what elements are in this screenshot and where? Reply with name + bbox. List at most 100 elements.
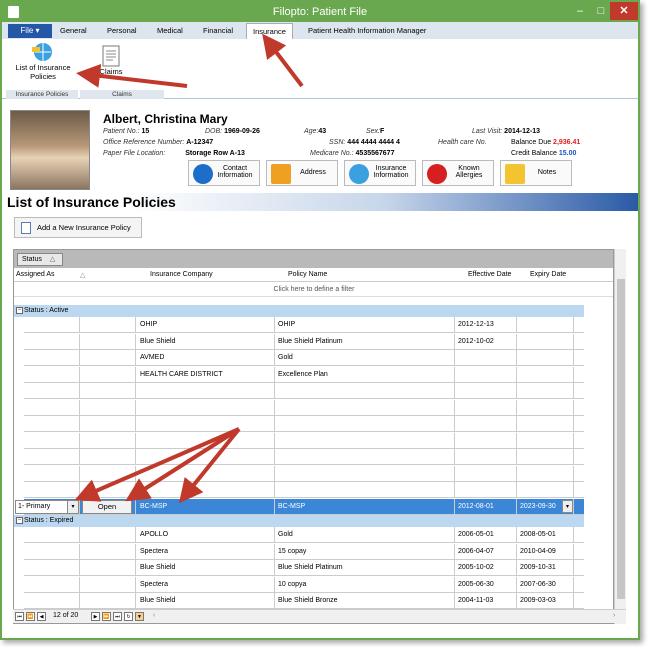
col-insurance-company[interactable]: Insurance Company — [150, 271, 213, 278]
collapse-minus-icon[interactable]: − — [16, 517, 23, 524]
scrollbar-thumb[interactable] — [617, 279, 625, 599]
insurance-globe-icon — [32, 43, 52, 61]
col-policy-name[interactable]: Policy Name — [288, 271, 327, 278]
health-card-label: Health care No. — [438, 139, 487, 146]
sort-triangle-icon: △ — [80, 272, 86, 279]
table-row[interactable]: 1- Primary ▾ Open BC-MSP BC-MSP 2012-08-01 202… — [15, 498, 584, 515]
balance-due: 2,936.41 — [553, 139, 581, 146]
group-chip-status[interactable]: Status △ — [17, 253, 63, 266]
insurance-information-button[interactable]: Insurance Information — [344, 160, 416, 186]
open-policy-button[interactable]: Open — [82, 499, 132, 514]
group-chip-label: Status — [22, 256, 42, 263]
list-insurance-policies-label: List of Insurance Policies — [15, 63, 71, 81]
column-headers: Assigned As △ Insurance Company Policy N… — [14, 268, 613, 282]
table-cell — [80, 399, 136, 416]
sex-label: Sex: — [366, 128, 381, 135]
col-assigned-as[interactable]: Assigned As — [16, 271, 55, 278]
table-row[interactable]: AVMED Gold — [24, 350, 584, 366]
medical-star-icon — [427, 164, 447, 184]
first-record-icon[interactable]: ⏮ — [15, 612, 24, 621]
table-cell: 2009-03-03 — [517, 593, 574, 609]
record-navigator: ⏮ ⏪ ◀ 12 of 20 ▶ ⏩ ⏭ ↻ ▼ ‹ › — [13, 609, 626, 623]
table-cell — [80, 576, 136, 593]
chevron-down-icon[interactable]: ▾ — [67, 500, 78, 513]
tab-phim[interactable]: Patient Health Information Manager — [308, 26, 426, 35]
table-cell — [517, 399, 574, 416]
table-row[interactable] — [24, 416, 584, 432]
table-row[interactable]: HEALTH CARE DISTRICT Excellence Plan — [24, 366, 584, 383]
table-row[interactable] — [24, 465, 584, 482]
table-cell — [80, 593, 136, 609]
table-row[interactable]: Spectera 10 copya 2005-06-30 2007-06-30 — [24, 576, 584, 593]
table-cell: Spectera — [137, 576, 275, 593]
table-row[interactable] — [24, 399, 584, 416]
table-row[interactable] — [24, 432, 584, 449]
vertical-scrollbar[interactable] — [614, 249, 626, 624]
assigned-as-select[interactable]: 1- Primary ▾ — [15, 499, 79, 514]
filter-row[interactable]: Click here to define a filter — [14, 283, 613, 297]
table-cell — [517, 383, 574, 399]
group-label-policies: Insurance Policies — [6, 90, 78, 99]
table-row[interactable]: Blue Shield Blue Shield Bronze 2004-11-03 2… — [24, 593, 584, 609]
group-row-label: Status : Active — [24, 307, 69, 314]
maximize-button[interactable]: □ — [592, 2, 610, 20]
tab-general[interactable]: General — [60, 26, 87, 35]
notes-button[interactable]: Notes — [500, 160, 572, 186]
minimize-button[interactable]: – — [570, 2, 590, 20]
table-row[interactable] — [24, 383, 584, 399]
age-label: Age: — [304, 128, 319, 135]
table-cell — [275, 399, 455, 416]
close-button[interactable]: ✕ — [610, 2, 638, 20]
scroll-left-icon[interactable]: ‹ — [153, 612, 155, 619]
claims-label: Claims — [99, 67, 123, 76]
table-cell — [137, 482, 275, 498]
scroll-right-icon[interactable]: › — [613, 612, 615, 619]
group-row-active[interactable]: − Status : Active — [14, 305, 584, 317]
tab-personal[interactable]: Personal — [107, 26, 137, 35]
table-row[interactable]: APOLLO Gold 2006-05-01 2008-05-01 — [24, 527, 584, 543]
ssn: 444 4444 4444 4 — [347, 139, 400, 146]
next-record-icon[interactable]: ▶ — [91, 612, 100, 621]
tab-insurance[interactable]: Insurance — [246, 23, 293, 39]
table-row[interactable]: Blue Shield Blue Shield Platinum 2012-10-0… — [24, 333, 584, 350]
address-button[interactable]: Address — [266, 160, 338, 186]
next-page-icon[interactable]: ⏩ — [102, 612, 111, 621]
col-expiry-date[interactable]: Expiry Date — [530, 271, 566, 278]
table-cell — [275, 383, 455, 399]
medicare-label: Medicare No.: — [310, 150, 354, 157]
record-position: 12 of 20 — [53, 612, 79, 619]
table-cell: 2010-04-09 — [517, 543, 574, 560]
table-cell — [14, 366, 80, 383]
prev-page-icon[interactable]: ⏪ — [26, 612, 35, 621]
table-cell — [14, 482, 80, 498]
prev-record-icon[interactable]: ◀ — [37, 612, 46, 621]
table-cell — [80, 350, 136, 366]
tab-medical[interactable]: Medical — [157, 26, 183, 35]
table-cell — [14, 333, 80, 350]
tab-financial[interactable]: Financial — [203, 26, 233, 35]
ribbon-panel: List of Insurance Policies Claims Insura… — [2, 39, 638, 99]
contact-phone-icon — [193, 164, 213, 184]
table-cell — [80, 527, 136, 543]
known-allergies-button[interactable]: Known Allergies — [422, 160, 494, 186]
claims-button[interactable]: Claims — [86, 45, 136, 85]
chevron-down-icon[interactable]: ▾ — [562, 499, 573, 513]
table-row[interactable] — [24, 482, 584, 498]
table-row[interactable] — [24, 449, 584, 465]
table-cell — [275, 482, 455, 498]
contact-information-button[interactable]: Contact Information — [188, 160, 260, 186]
table-row[interactable]: Spectera 15 copay 2006-04-07 2010-04-09 — [24, 543, 584, 560]
known-allergies-label: Known Allergies — [455, 165, 483, 179]
table-row[interactable]: OHIP OHIP 2012-12-13 — [24, 317, 584, 333]
last-record-icon[interactable]: ⏭ — [113, 612, 122, 621]
col-effective-date[interactable]: Effective Date — [468, 271, 511, 278]
refresh-icon[interactable]: ↻ — [124, 612, 133, 621]
group-row-expired[interactable]: − Status : Expired — [14, 515, 584, 527]
office-ref: A-12347 — [186, 139, 214, 146]
collapse-minus-icon[interactable]: − — [16, 307, 23, 314]
file-menu-button[interactable]: File ▾ — [8, 24, 52, 38]
filter-funnel-icon[interactable]: ▼ — [135, 612, 144, 621]
add-insurance-policy-button[interactable]: Add a New Insurance Policy — [14, 217, 142, 238]
table-row[interactable]: Blue Shield Blue Shield Platinum 2005-10-0… — [24, 560, 584, 576]
list-insurance-policies-button[interactable]: List of Insurance Policies — [8, 41, 78, 87]
